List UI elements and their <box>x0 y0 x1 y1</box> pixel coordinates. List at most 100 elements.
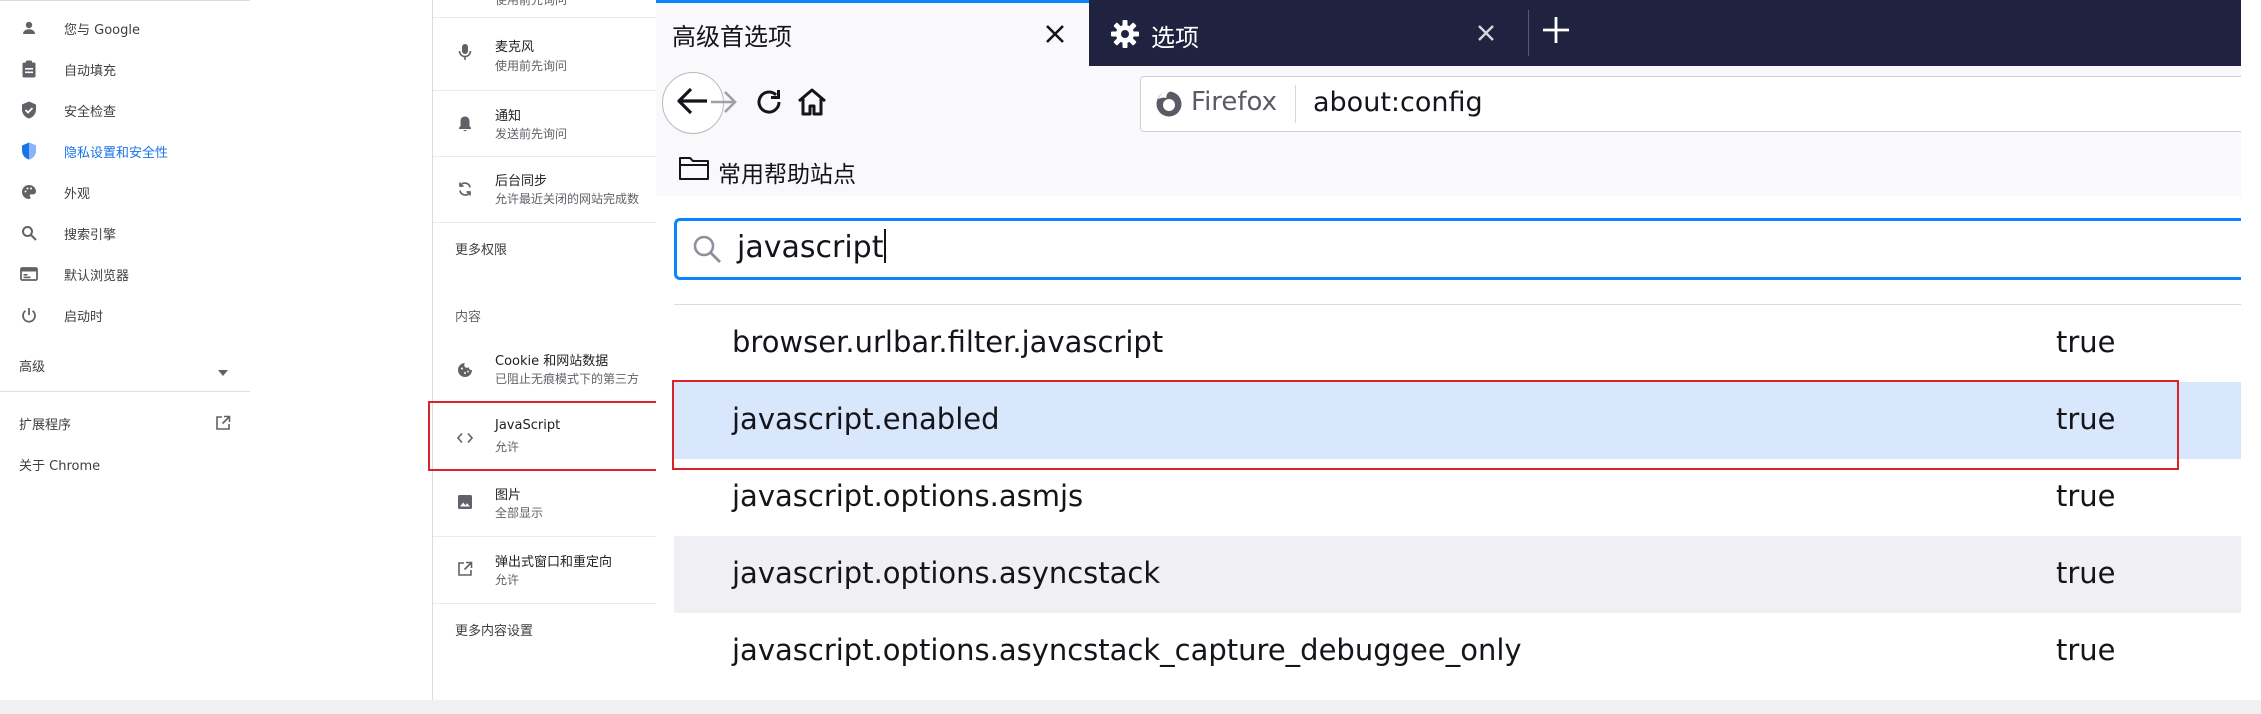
pref-value[interactable]: true <box>2056 479 2116 513</box>
content-javascript[interactable]: JavaScript 允许 <box>433 403 657 469</box>
tab-options[interactable]: 选项 <box>1089 0 1529 66</box>
bottom-edge <box>0 700 2261 714</box>
sync-icon <box>455 179 475 199</box>
navigation-toolbar: Firefox about:config <box>656 66 2241 144</box>
table-row[interactable]: javascript.options.asyncstack true <box>674 536 2241 613</box>
sidebar-advanced-toggle[interactable]: 高级 <box>0 345 250 385</box>
sidebar-item-label: 搜索引擎 <box>64 227 117 243</box>
sidebar-divider <box>0 391 250 392</box>
sidebar-item-privacy-security[interactable]: 隐私设置和安全性 <box>0 131 250 171</box>
permission-notifications[interactable]: 通知 发送前先询问 <box>433 91 657 157</box>
search-value: javascript <box>737 229 887 265</box>
sidebar-item-label: 默认浏览器 <box>64 268 130 284</box>
content-title: JavaScript <box>495 418 561 433</box>
pref-name: browser.urlbar.filter.javascript <box>732 325 1164 359</box>
gear-icon <box>1109 18 1141 50</box>
shield-icon <box>20 142 38 160</box>
image-icon <box>455 492 475 512</box>
person-icon <box>20 19 38 37</box>
new-tab-button[interactable] <box>1536 12 1576 52</box>
pref-name: javascript.options.asyncstack_capture_de… <box>732 633 1522 667</box>
cookie-icon <box>455 360 475 380</box>
url-text: about:config <box>1313 87 1483 118</box>
preferences-table: browser.urlbar.filter.javascript true ja… <box>674 304 2241 690</box>
text-caret <box>884 229 887 263</box>
content-title: Cookie 和网站数据 <box>495 354 609 369</box>
sidebar-item-extensions[interactable]: 扩展程序 <box>0 403 250 443</box>
sidebar-item-on-startup[interactable]: 启动时 <box>0 295 250 335</box>
content-subtitle: 已阻止无痕模式下的第三方 <box>495 372 640 386</box>
more-content-settings-row[interactable]: 更多内容设置 <box>433 604 657 654</box>
content-subtitle: 允许 <box>495 440 520 454</box>
sidebar-item-label: 隐私设置和安全性 <box>64 145 169 161</box>
sidebar-item-autofill[interactable]: 自动填充 <box>0 49 250 89</box>
table-row-selected[interactable]: javascript.enabled true <box>674 382 2241 459</box>
sidebar-item-you-and-google[interactable]: 您与 Google <box>0 8 250 48</box>
microphone-icon <box>455 42 475 62</box>
tab-advanced-preferences[interactable]: 高级首选项 <box>656 0 1089 66</box>
about-chrome-label: 关于 Chrome <box>19 458 101 474</box>
content-section-heading: 内容 <box>455 310 482 325</box>
permission-title: 麦克风 <box>495 40 535 55</box>
tab-title: 高级首选项 <box>672 23 792 51</box>
home-button[interactable] <box>792 84 832 124</box>
sidebar-item-label: 安全检查 <box>64 104 117 120</box>
permission-title: 后台同步 <box>495 174 548 189</box>
content-images[interactable]: 图片 全部显示 <box>433 470 657 536</box>
partial-permission-item: 使用前先询问 <box>433 0 657 10</box>
permission-microphone[interactable]: 麦克风 使用前先询问 <box>433 18 657 84</box>
content-cookies[interactable]: Cookie 和网站数据 已阻止无痕模式下的第三方 <box>433 338 657 402</box>
pref-value[interactable]: true <box>2056 325 2116 359</box>
shield-check-icon <box>20 101 38 119</box>
close-icon[interactable] <box>1040 19 1070 49</box>
sidebar-item-safety-check[interactable]: 安全检查 <box>0 90 250 130</box>
extensions-label: 扩展程序 <box>19 417 72 433</box>
search-icon <box>691 233 723 265</box>
reload-button[interactable] <box>749 84 789 124</box>
more-permissions-label: 更多权限 <box>455 243 508 258</box>
reload-icon <box>754 87 784 121</box>
preference-search-input[interactable]: javascript <box>674 218 2241 280</box>
more-permissions-row[interactable]: 更多权限 <box>433 223 657 273</box>
pref-value[interactable]: true <box>2056 556 2116 590</box>
plus-icon <box>1541 15 1571 49</box>
search-text: javascript <box>737 230 884 265</box>
permission-subtitle: 使用前先询问 <box>495 59 568 73</box>
sidebar-item-label: 自动填充 <box>64 63 117 79</box>
chrome-settings-sidebar: 您与 Google 自动填充 安全检查 隐私设置和安全性 外观 搜索引擎 默认浏… <box>0 0 250 701</box>
open-in-new-icon <box>215 415 231 435</box>
sidebar-item-default-browser[interactable]: 默认浏览器 <box>0 254 250 294</box>
content-subtitle: 允许 <box>495 573 520 587</box>
sidebar-item-about-chrome[interactable]: 关于 Chrome <box>0 444 250 484</box>
pref-value[interactable]: true <box>2056 633 2116 667</box>
content-title: 图片 <box>495 488 522 503</box>
browser-icon <box>20 265 38 283</box>
sidebar-item-appearance[interactable]: 外观 <box>0 172 250 212</box>
more-content-settings-label: 更多内容设置 <box>455 624 534 639</box>
address-bar[interactable]: Firefox about:config <box>1140 76 2241 132</box>
tab-separator <box>1528 10 1529 56</box>
forward-button[interactable] <box>704 84 744 124</box>
bookmark-folder-label: 常用帮助站点 <box>718 162 856 188</box>
table-row[interactable]: browser.urlbar.filter.javascript true <box>674 305 2241 382</box>
bell-icon <box>455 113 475 133</box>
sidebar-item-label: 启动时 <box>64 309 104 325</box>
search-icon <box>20 224 38 242</box>
close-icon[interactable] <box>1471 18 1501 48</box>
caret-down-icon <box>218 361 228 380</box>
permission-subtitle: 允许最近关闭的网站完成数 <box>495 192 640 206</box>
tab-title: 选项 <box>1151 24 1199 52</box>
permission-background-sync[interactable]: 后台同步 允许最近关闭的网站完成数 <box>433 157 657 223</box>
popup-icon <box>455 559 475 579</box>
sidebar-item-label: 您与 Google <box>64 22 140 38</box>
permission-subtitle: 使用前先询问 <box>495 0 568 7</box>
content-popups[interactable]: 弹出式窗口和重定向 允许 <box>433 537 657 603</box>
folder-icon <box>678 154 710 182</box>
pref-value[interactable]: true <box>2056 402 2116 436</box>
table-row[interactable]: javascript.options.asyncstack_capture_de… <box>674 613 2241 690</box>
bookmarks-toolbar: 常用帮助站点 <box>656 144 2241 196</box>
table-row[interactable]: javascript.options.asmjs true <box>674 459 2241 536</box>
sidebar-item-search-engine[interactable]: 搜索引擎 <box>0 213 250 253</box>
pref-name: javascript.options.asyncstack <box>732 556 1161 590</box>
pref-name: javascript.enabled <box>732 402 1000 436</box>
